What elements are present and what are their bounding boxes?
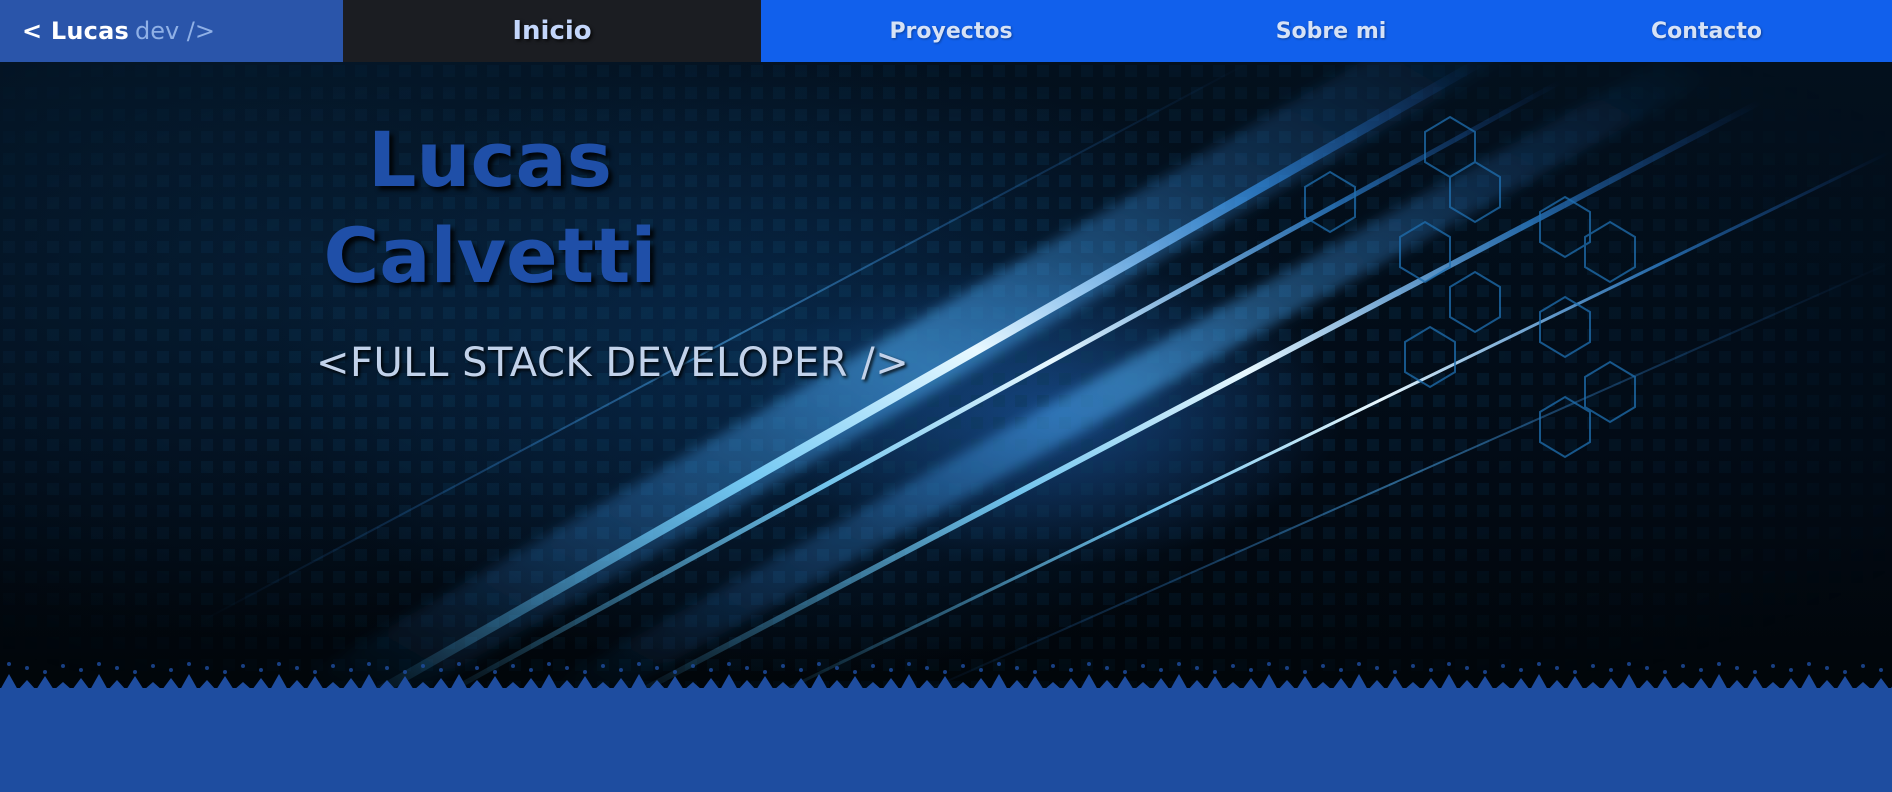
nav-item-sobre-mi[interactable]: Sobre mi bbox=[1141, 0, 1521, 62]
nav-item-proyectos[interactable]: Proyectos bbox=[761, 0, 1141, 62]
nav-item-contacto[interactable]: Contacto bbox=[1521, 0, 1892, 62]
hero-name-last: Calvetti bbox=[323, 211, 657, 300]
bottom-band bbox=[0, 702, 1892, 792]
brand-name: < Lucas bbox=[22, 17, 129, 45]
wave-divider bbox=[0, 662, 1892, 706]
brand-logo[interactable]: < Lucas dev /> bbox=[0, 0, 343, 62]
hero-role-subtitle: <FULL STACK DEVELOPER /> bbox=[316, 340, 910, 386]
hero-name-first: Lucas bbox=[367, 115, 613, 204]
hero-title: Lucas Calvetti bbox=[300, 112, 680, 304]
nav-item-inicio[interactable]: Inicio bbox=[343, 0, 761, 62]
hero-section: Lucas Calvetti <FULL STACK DEVELOPER /> bbox=[0, 62, 1892, 702]
hero-background-art bbox=[0, 62, 1892, 702]
brand-suffix: dev /> bbox=[134, 17, 215, 45]
top-navigation: < Lucas dev /> Inicio Proyectos Sobre mi… bbox=[0, 0, 1892, 62]
